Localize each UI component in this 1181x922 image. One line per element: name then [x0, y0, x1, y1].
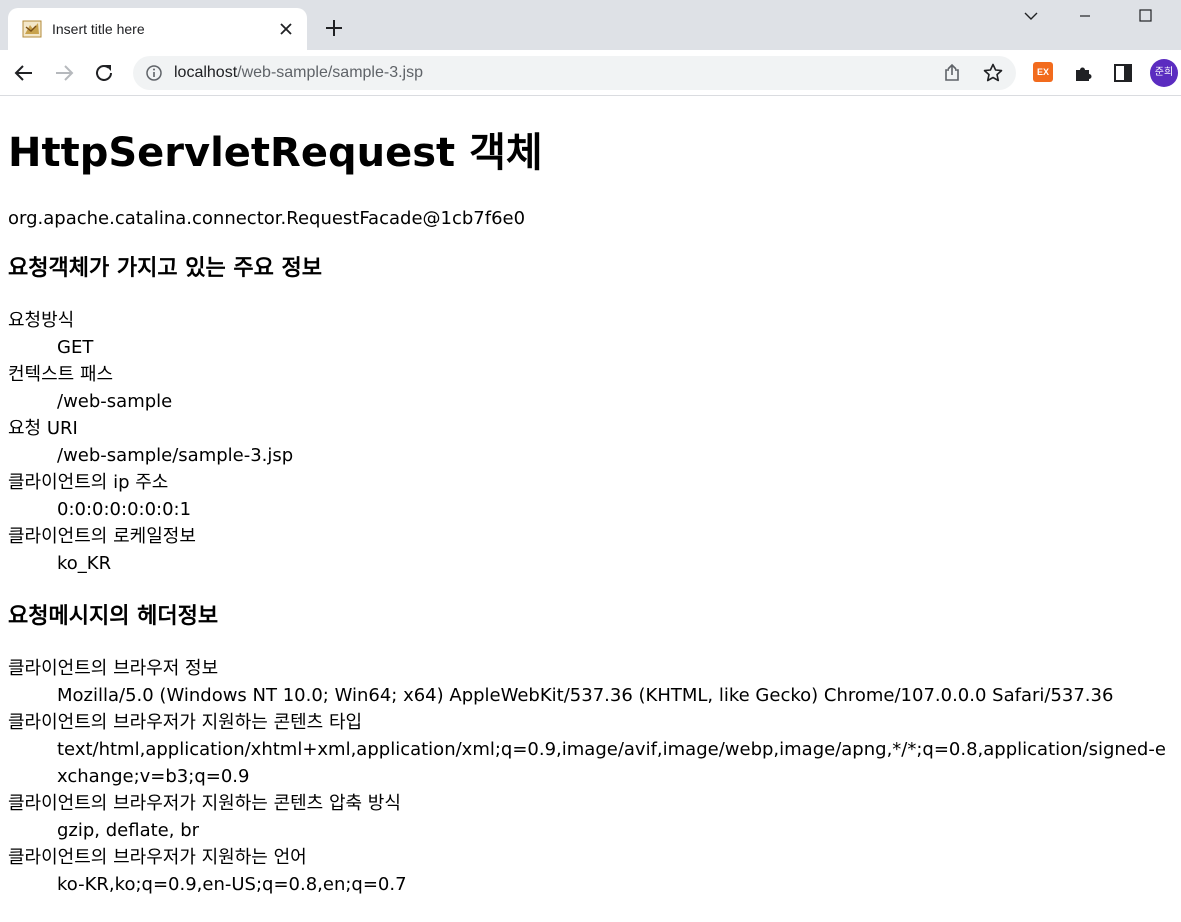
list-value: ko-KR,ko;q=0.9,en-US;q=0.8,en;q=0.7 — [57, 874, 407, 895]
forward-arrow-icon[interactable] — [51, 60, 77, 86]
list-term: 클라이언트의 브라우저가 지원하는 콘텐츠 타입 — [8, 712, 363, 733]
list-term: 클라이언트의 로케일정보 — [8, 526, 196, 547]
extension-ex-icon[interactable]: EX — [1033, 62, 1053, 82]
list-term: 요청방식 — [8, 310, 75, 331]
tab-title: Insert title here — [52, 21, 145, 37]
tab-search-chevron-icon[interactable] — [1017, 4, 1045, 28]
list-term: 클라이언트의 브라우저가 지원하는 콘텐츠 압축 방식 — [8, 793, 401, 814]
list-value: Mozilla/5.0 (Windows NT 10.0; Win64; x64… — [57, 685, 1114, 706]
header-info-list: 클라이언트의 브라우저 정보 Mozilla/5.0 (Windows NT 1… — [8, 655, 1173, 898]
minimize-icon[interactable] — [1071, 4, 1099, 28]
list-value: gzip, deflate, br — [57, 820, 200, 841]
list-term: 클라이언트의 브라우저가 지원하는 언어 — [8, 847, 307, 868]
list-term: 요청 URI — [8, 418, 78, 439]
page-viewport: HttpServletRequest 객체 org.apache.catalin… — [0, 97, 1181, 922]
url-host: localhost — [174, 64, 238, 81]
list-value: /web-sample/sample-3.jsp — [57, 445, 294, 466]
list-value: GET — [57, 337, 94, 358]
list-value: ko_KR — [57, 553, 112, 574]
main-info-heading: 요청객체가 가지고 있는 주요 정보 — [8, 256, 322, 281]
list-value: /web-sample — [57, 391, 173, 412]
list-term: 클라이언트의 브라우저 정보 — [8, 658, 219, 679]
maximize-icon[interactable] — [1131, 4, 1159, 28]
page-heading: HttpServletRequest 객체 — [8, 130, 543, 176]
back-arrow-icon[interactable] — [11, 60, 37, 86]
header-info-heading: 요청메시지의 헤더정보 — [8, 604, 219, 629]
bookmark-star-icon[interactable] — [982, 62, 1004, 84]
tomcat-favicon-icon — [22, 20, 42, 38]
request-object-text: org.apache.catalina.connector.RequestFac… — [8, 208, 526, 229]
close-tab-icon[interactable] — [276, 19, 296, 39]
extensions-puzzle-icon[interactable] — [1072, 62, 1094, 84]
reload-icon[interactable] — [91, 60, 117, 86]
url-path: /web-sample/sample-3.jsp — [237, 64, 424, 81]
profile-avatar[interactable]: 준희 — [1150, 59, 1178, 87]
url-text[interactable]: localhost/web-sample/sample-3.jsp — [174, 63, 423, 83]
browser-toolbar: localhost/web-sample/sample-3.jsp EX 준희 — [0, 50, 1181, 96]
list-value: text/html,application/xhtml+xml,applicat… — [57, 739, 1166, 787]
active-tab[interactable]: Insert title here — [8, 8, 307, 50]
side-panel-icon[interactable] — [1112, 62, 1134, 84]
main-info-list: 요청방식 GET 컨텍스트 패스 /web-sample 요청 URI /web… — [8, 307, 1173, 577]
new-tab-icon[interactable] — [322, 16, 346, 40]
address-bar[interactable]: localhost/web-sample/sample-3.jsp — [133, 56, 1016, 90]
site-info-icon[interactable] — [145, 64, 163, 82]
list-term: 클라이언트의 ip 주소 — [8, 472, 169, 493]
share-icon[interactable] — [941, 62, 963, 84]
tab-strip: Insert title here — [0, 0, 1181, 50]
list-value: 0:0:0:0:0:0:0:1 — [57, 499, 192, 520]
list-term: 컨텍스트 패스 — [8, 364, 114, 385]
